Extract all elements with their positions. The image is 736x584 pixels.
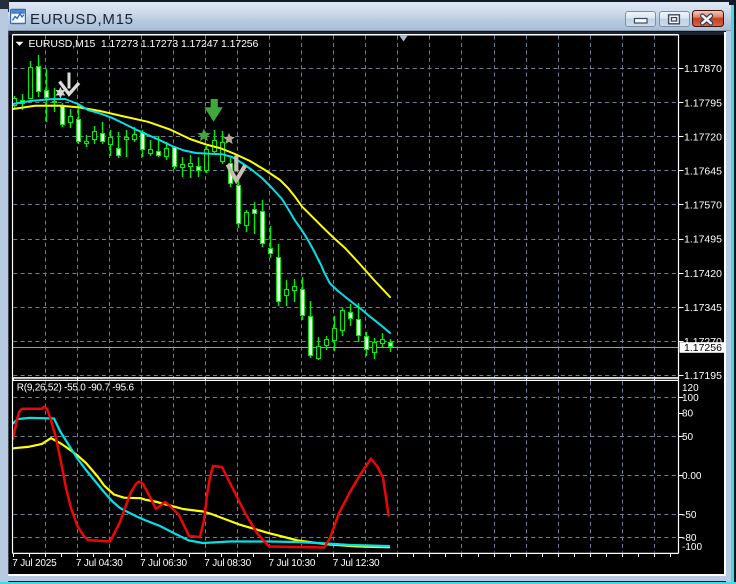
svg-text:7 Jul 2025: 7 Jul 2025 [12, 558, 57, 569]
svg-text:R(9,26,52) -55.0 -90.7 -95.6: R(9,26,52) -55.0 -90.7 -95.6 [17, 382, 135, 393]
svg-text:1.17256: 1.17256 [684, 342, 722, 354]
svg-text:1.17495: 1.17495 [684, 234, 722, 246]
svg-text:100: 100 [682, 393, 699, 404]
svg-text:50: 50 [682, 432, 694, 443]
svg-text:80: 80 [682, 409, 694, 420]
svg-text:7 Jul 04:30: 7 Jul 04:30 [76, 558, 123, 569]
svg-text:EURUSD,M15 1.17273 1.17273 1.: EURUSD,M15 1.17273 1.17273 1.17247 1.172… [29, 38, 259, 50]
svg-text:0.00: 0.00 [682, 471, 702, 482]
svg-text:7 Jul 08:30: 7 Jul 08:30 [204, 558, 251, 569]
svg-text:7 Jul 12:30: 7 Jul 12:30 [333, 558, 380, 569]
svg-text:7 Jul 06:30: 7 Jul 06:30 [140, 558, 187, 569]
svg-text:1.17195: 1.17195 [684, 370, 722, 382]
svg-text:1.17645: 1.17645 [684, 166, 722, 178]
svg-text:1.17420: 1.17420 [684, 268, 722, 280]
svg-text:1.17870: 1.17870 [684, 63, 722, 75]
svg-text:-100: -100 [682, 542, 702, 553]
svg-text:1.17795: 1.17795 [684, 97, 722, 109]
svg-text:1.17345: 1.17345 [684, 302, 722, 314]
svg-text:7 Jul 10:30: 7 Jul 10:30 [269, 558, 316, 569]
svg-text:-50: -50 [682, 510, 697, 521]
svg-text:1.17570: 1.17570 [684, 200, 722, 212]
svg-text:1.17720: 1.17720 [684, 131, 722, 143]
